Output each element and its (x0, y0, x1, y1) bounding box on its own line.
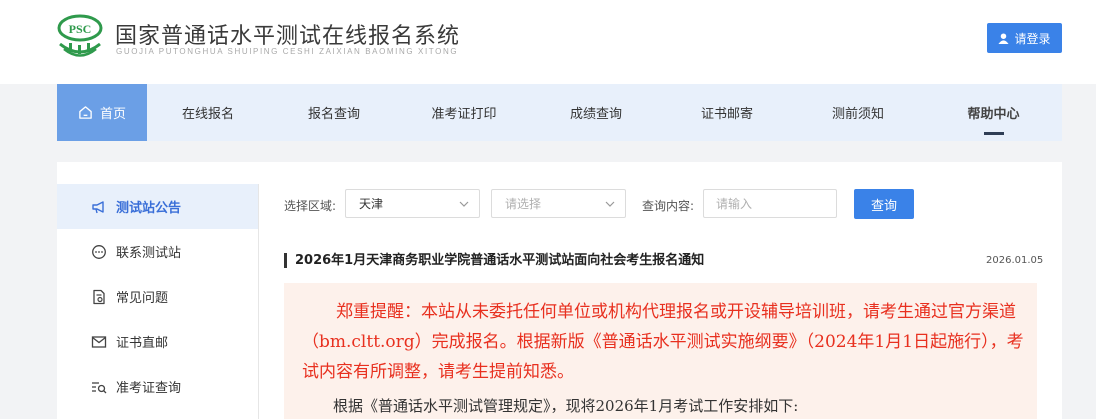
sidebar-item-certificate-direct-mail[interactable]: 证书直邮 (57, 319, 258, 364)
document-icon (93, 289, 105, 304)
megaphone-icon (92, 200, 104, 213)
article-title[interactable]: 2026年1月天津商务职业学院普通话水平测试站面向社会考生报名通知 (284, 253, 704, 268)
station-select-placeholder: 请选择 (505, 197, 542, 211)
nav-label: 准考证打印 (431, 107, 497, 122)
sidebar-divider (258, 184, 259, 419)
main-nav: 首页 在线报名 报名查询 准考证打印 成绩查询 证书邮寄 测前须知 帮助中心 (57, 84, 1062, 141)
content-search-input[interactable] (703, 189, 837, 218)
mail-icon (91, 335, 107, 348)
article-date: 2026.01.05 (986, 255, 1044, 266)
home-icon (79, 106, 92, 119)
nav-label: 测前须知 (831, 107, 884, 122)
nav-label: 在线报名 (181, 107, 234, 122)
logo-text: PSC (69, 22, 92, 36)
nav-label: 证书邮寄 (700, 107, 753, 122)
site-title: 国家普通话水平测试在线报名系统 (115, 24, 461, 49)
nav-item-home[interactable]: 首页 (57, 84, 147, 141)
sidebar-item-label: 联系测试站 (116, 246, 182, 261)
region-select[interactable]: 天津 (345, 189, 480, 218)
chat-icon (92, 244, 106, 259)
nav-label: 成绩查询 (569, 107, 622, 122)
sidebar-item-faq[interactable]: 常见问题 (57, 274, 258, 319)
nav-label-home: 首页 (99, 107, 126, 122)
query-button-label: 查询 (870, 198, 897, 214)
notice-body: 根据《普通话水平测试管理规定》，现将2026年1月考试工作安排如下: (333, 397, 799, 415)
nav-item-online-register[interactable]: 在线报名 (147, 84, 269, 141)
sidebar-item-contact-station[interactable]: 联系测试站 (57, 229, 258, 274)
header: PSC 国家普通话水平测试在线报名系统 GUOJIA PUTONGHUA SHU… (0, 0, 1096, 84)
sidebar-item-admission-query[interactable]: 准考证查询 (57, 364, 258, 409)
region-label: 选择区域: (284, 199, 337, 213)
nav-item-help-center[interactable]: 帮助中心 (925, 84, 1062, 141)
sidebar-item-label: 测试站公告 (116, 201, 182, 216)
warning-notice: 郑重提醒：本站从未委托任何单位或机构代理报名或开设辅导培训班，请考生通过官方渠道… (302, 302, 1024, 382)
nav-item-score-query[interactable]: 成绩查询 (529, 84, 663, 141)
site-subtitle: GUOJIA PUTONGHUA SHUIPING CESHI ZAIXIAN … (116, 47, 459, 56)
notice-box: 郑重提醒：本站从未委托任何单位或机构代理报名或开设辅导培训班，请考生通过官方渠道… (284, 283, 1037, 419)
psc-logo-icon: PSC (57, 14, 103, 57)
sidebar-item-label: 常见问题 (116, 291, 169, 306)
login-button[interactable]: 请登录 (987, 23, 1062, 53)
sidebar-item-label: 证书直邮 (116, 336, 169, 351)
content-label: 查询内容: (642, 199, 695, 213)
nav-item-certificate-mail[interactable]: 证书邮寄 (663, 84, 791, 141)
search-list-icon (92, 381, 107, 393)
nav-item-register-query[interactable]: 报名查询 (269, 84, 399, 141)
login-label: 请登录 (1014, 31, 1051, 46)
user-icon (998, 32, 1010, 44)
main-panel: 测试站公告 联系测试站 常见问题 证书直邮 准考证查询 选择区域: 天津 请选择… (57, 162, 1062, 419)
nav-label: 报名查询 (307, 107, 360, 122)
station-select[interactable]: 请选择 (491, 189, 626, 218)
sidebar-item-station-notice[interactable]: 测试站公告 (57, 184, 258, 229)
nav-item-pretest-notes[interactable]: 测前须知 (791, 84, 925, 141)
query-button[interactable]: 查询 (854, 189, 914, 219)
region-select-value: 天津 (359, 197, 384, 211)
nav-item-admission-print[interactable]: 准考证打印 (399, 84, 529, 141)
chevron-down-icon (605, 201, 615, 207)
sidebar-item-label: 准考证查询 (116, 381, 182, 396)
active-underline (983, 132, 1004, 135)
nav-label: 帮助中心 (967, 107, 1020, 122)
sidebar: 测试站公告 联系测试站 常见问题 证书直邮 准考证查询 (57, 184, 258, 409)
chevron-down-icon (459, 201, 469, 207)
